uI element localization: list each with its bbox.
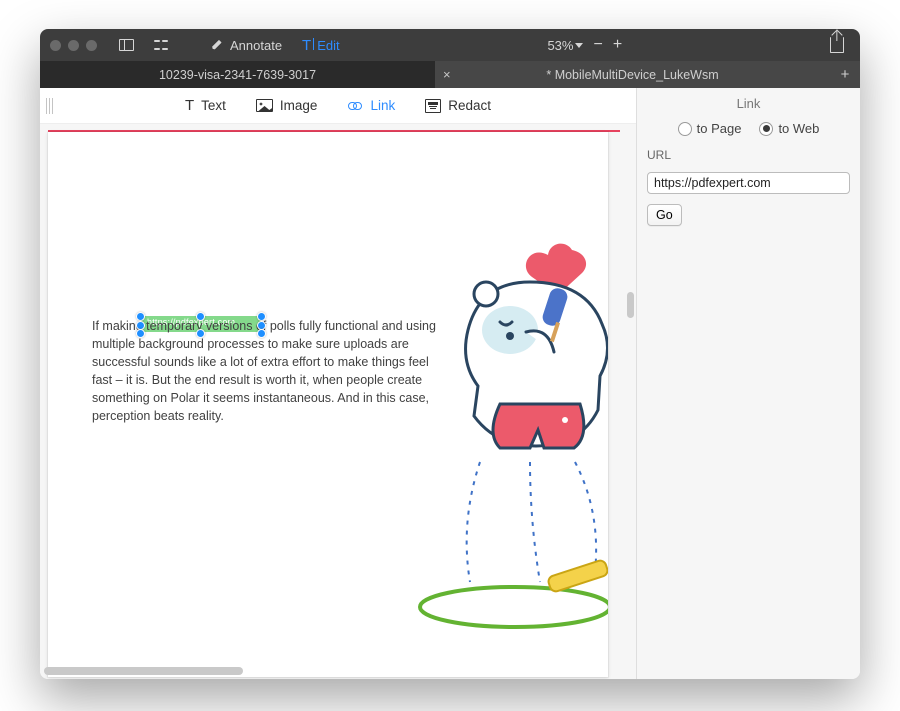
editor-pane: T Text Image Link Redact xyxy=(40,88,636,679)
inspector-title: Link xyxy=(647,96,850,111)
edit-label: Edit xyxy=(317,38,339,53)
thumbnails-icon xyxy=(154,38,168,52)
link-target-group: to Page to Web xyxy=(647,121,850,136)
url-input[interactable] xyxy=(647,172,850,194)
inspector-panel: Link to Page to Web URL Go xyxy=(636,88,860,679)
zoom-controls: 53% − + xyxy=(547,37,622,53)
tool-redact-label: Redact xyxy=(448,98,491,113)
edit-toolbar: T Text Image Link Redact xyxy=(40,88,636,124)
tab-strip: 10239-visa-2341-7639-3017 × * MobileMult… xyxy=(40,61,860,88)
tab-label: 10239-visa-2341-7639-3017 xyxy=(159,68,316,82)
app-body: T Text Image Link Redact xyxy=(40,88,860,679)
traffic-max[interactable] xyxy=(86,40,97,51)
tab-item[interactable]: 10239-visa-2341-7639-3017 xyxy=(40,61,435,88)
new-tab-button[interactable]: + xyxy=(830,61,860,88)
tab-item[interactable]: × * MobileMultiDevice_LukeWsm xyxy=(435,61,830,88)
sidebar-toggle[interactable] xyxy=(113,29,140,61)
app-window: Annotate T Edit 53% − + 10239-visa-2341-… xyxy=(40,29,860,679)
page[interactable]: https://pdfexpert.com If making temporar… xyxy=(48,132,608,677)
radio-to-web[interactable]: to Web xyxy=(759,121,819,136)
radio-icon xyxy=(759,122,773,136)
titlebar: Annotate T Edit 53% − + xyxy=(40,29,860,61)
scrollbar-thumb[interactable] xyxy=(627,292,634,318)
zoom-out-button[interactable]: − xyxy=(593,37,602,53)
tab-close-button[interactable]: × xyxy=(443,67,451,82)
share-icon xyxy=(830,37,844,53)
text-cursor-icon: T xyxy=(302,37,311,54)
zoom-value: 53% xyxy=(547,38,573,53)
link-icon xyxy=(347,101,363,111)
share-button[interactable] xyxy=(824,29,850,61)
selection-handle[interactable] xyxy=(196,329,205,338)
radio-icon xyxy=(678,122,692,136)
traffic-min[interactable] xyxy=(68,40,79,51)
scrollbar-thumb[interactable] xyxy=(44,667,243,675)
illustration xyxy=(360,212,608,642)
zoom-dropdown[interactable]: 53% xyxy=(547,38,583,53)
tool-text[interactable]: T Text xyxy=(181,97,230,114)
selection-handle[interactable] xyxy=(196,312,205,321)
edit-mode[interactable]: T Edit xyxy=(296,29,346,61)
tool-link[interactable]: Link xyxy=(343,98,399,113)
scrollbar-horizontal[interactable] xyxy=(44,667,406,675)
tab-label: * MobileMultiDevice_LukeWsm xyxy=(546,68,718,82)
tool-redact[interactable]: Redact xyxy=(421,98,495,113)
thumbnails-toggle[interactable] xyxy=(148,29,174,61)
selection-handle[interactable] xyxy=(136,329,145,338)
radio-to-page[interactable]: to Page xyxy=(678,121,742,136)
chevron-down-icon xyxy=(575,43,583,48)
go-button[interactable]: Go xyxy=(647,204,682,226)
scrollbar-vertical[interactable] xyxy=(627,124,634,679)
traffic-close[interactable] xyxy=(50,40,61,51)
selection-handle[interactable] xyxy=(136,312,145,321)
url-label: URL xyxy=(647,148,850,162)
annotate-mode[interactable]: Annotate xyxy=(204,29,288,61)
tool-link-label: Link xyxy=(370,98,395,113)
selection-handle[interactable] xyxy=(257,312,266,321)
radio-to-web-label: to Web xyxy=(778,121,819,136)
toolbar-drag-handle[interactable] xyxy=(46,98,53,114)
tool-image[interactable]: Image xyxy=(252,98,322,113)
tool-image-label: Image xyxy=(280,98,318,113)
pen-icon xyxy=(210,38,224,52)
redact-icon xyxy=(425,99,441,113)
tool-text-label: Text xyxy=(201,98,226,113)
text-icon: T xyxy=(185,97,194,114)
zoom-in-button[interactable]: + xyxy=(613,37,622,53)
image-icon xyxy=(256,99,273,112)
selection-handle[interactable] xyxy=(257,329,266,338)
sidebar-icon xyxy=(119,39,134,51)
canvas[interactable]: https://pdfexpert.com If making temporar… xyxy=(40,124,636,679)
radio-to-page-label: to Page xyxy=(697,121,742,136)
traffic-lights[interactable] xyxy=(50,40,97,51)
annotate-label: Annotate xyxy=(230,38,282,53)
